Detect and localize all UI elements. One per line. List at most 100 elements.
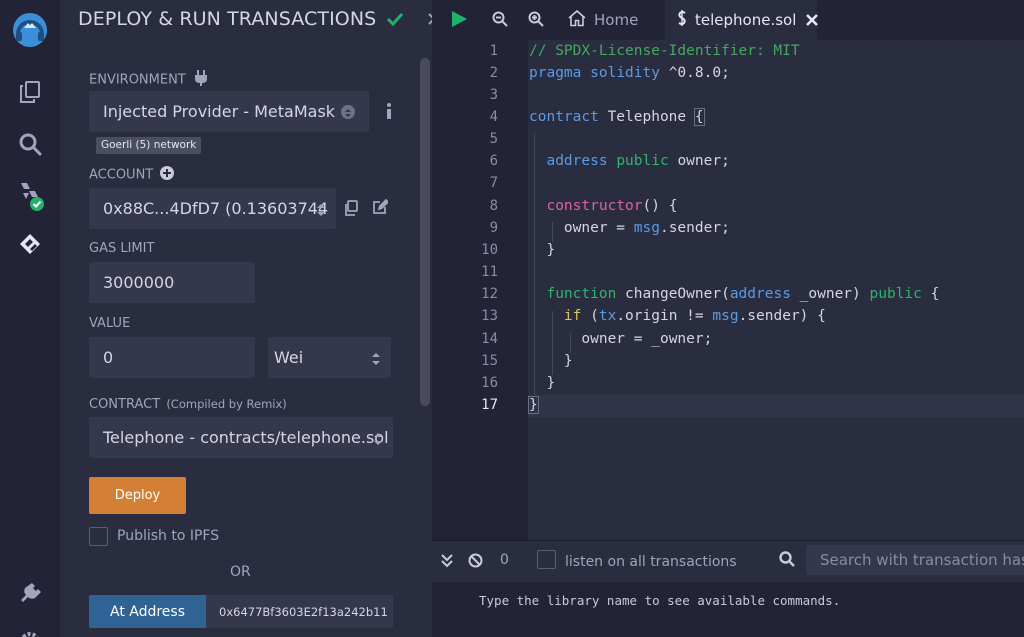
at-address-label: At Address (109, 603, 186, 620)
tab-bar: Home telephone.sol (432, 0, 1024, 40)
zoom-in-icon[interactable] (528, 11, 544, 31)
line-number: 9 (489, 220, 498, 236)
panel-title-text: DEPLOY & RUN TRANSACTIONS (78, 8, 377, 30)
value-input[interactable]: 0 (89, 337, 255, 378)
account-label: ACCOUNT (89, 166, 175, 184)
select-arrows-icon (341, 104, 355, 119)
search-icon (779, 551, 795, 571)
line-number: 12 (481, 286, 498, 302)
line-number: 3 (489, 87, 498, 103)
plugin-manager-icon[interactable] (10, 572, 50, 612)
deploy-run-panel: DEPLOY & RUN TRANSACTIONS ENVIRONMENT In… (60, 0, 436, 637)
remix-logo-icon[interactable] (10, 10, 50, 50)
plus-circle-icon[interactable] (160, 166, 175, 184)
terminal-message: Type the library name to see available c… (479, 593, 840, 608)
at-address-input[interactable]: 0x6477Bf3603E2f13a242b11 (206, 595, 393, 628)
tab-home-label: Home (594, 11, 639, 29)
line-number: 10 (481, 242, 498, 258)
code-line: function changeOwner(address _owner) pub… (546, 286, 940, 302)
deploy-run-icon[interactable] (10, 224, 50, 264)
line-number: 2 (489, 65, 498, 81)
contract-label: CONTRACT (Compiled by Remix) (89, 397, 287, 412)
zoom-out-icon[interactable] (492, 11, 508, 31)
icon-panel (0, 0, 60, 637)
listen-all-checkbox[interactable] (537, 550, 556, 569)
line-number: 14 (481, 331, 498, 347)
or-divider: OR (230, 564, 251, 580)
line-number: 1 (489, 43, 498, 59)
code-line: } (528, 396, 539, 414)
contract-label-text: CONTRACT (89, 397, 161, 412)
terminal-message-text: Type the library name to see available c… (479, 593, 841, 608)
publish-ipfs-label: Publish to IPFS (117, 528, 219, 544)
clear-console-icon[interactable] (468, 553, 483, 572)
line-number: 13 (481, 308, 498, 324)
line-number: 8 (489, 198, 498, 214)
value-amount: 0 (103, 348, 114, 367)
code-line: address public owner; (546, 153, 730, 169)
publish-ipfs-checkbox[interactable] (89, 527, 108, 546)
double-chevron-down-icon[interactable] (441, 553, 453, 572)
code-editor[interactable]: // SPDX-License-Identifier: MIT pragma s… (528, 40, 1024, 540)
line-number: 15 (481, 353, 498, 369)
code-line: } (563, 353, 573, 369)
tab-telephone-sol[interactable]: telephone.sol (665, 0, 819, 40)
code-line: } (546, 375, 556, 391)
environment-select[interactable]: Injected Provider - MetaMask (89, 91, 369, 132)
panel-scrollbar[interactable] (420, 58, 430, 406)
gas-limit-value: 3000000 (103, 273, 175, 292)
line-number: 7 (489, 175, 498, 191)
settings-icon[interactable] (10, 622, 50, 637)
listen-all-text: listen on all transactions (565, 554, 737, 570)
select-arrows-icon (316, 202, 326, 216)
line-number: 16 (481, 375, 498, 391)
tab-home[interactable]: Home (567, 0, 663, 40)
gas-limit-input[interactable]: 3000000 (89, 262, 255, 303)
copy-icon[interactable] (344, 200, 358, 220)
pending-tx-count-value: 0 (500, 552, 509, 568)
deploy-button-label: Deploy (114, 488, 161, 503)
at-address-value: 0x6477Bf3603E2f13a242b11 (219, 604, 388, 619)
account-select[interactable]: 0x88C...4DfD7 (0.13603744 (89, 188, 336, 229)
value-label: VALUE (89, 316, 130, 331)
terminal-output[interactable]: Type the library name to see available c… (432, 582, 1024, 637)
run-script-icon[interactable] (450, 10, 468, 32)
code-line: pragma solidity ^0.8.0; (529, 65, 730, 81)
plug-icon (194, 70, 208, 90)
at-address-button[interactable]: At Address (89, 595, 206, 628)
code-line: owner = msg.sender; (563, 220, 730, 236)
terminal-toolbar: 0 listen on all transactions Search with… (432, 540, 1024, 582)
edit-icon[interactable] (372, 198, 390, 219)
tab-file-label: telephone.sol (695, 11, 797, 29)
deploy-button[interactable]: Deploy (89, 477, 186, 514)
account-value: 0x88C...4DfD7 (0.13603744 (103, 199, 329, 218)
publish-ipfs-text: Publish to IPFS (117, 528, 220, 544)
gas-limit-label: GAS LIMIT (89, 241, 154, 256)
value-label-text: VALUE (89, 316, 131, 331)
environment-label-text: ENVIRONMENT (89, 72, 186, 88)
file-explorer-icon[interactable] (10, 72, 50, 112)
search-icon[interactable] (10, 124, 50, 164)
line-number: 11 (481, 264, 498, 280)
line-number-gutter: 1 2 3 4 5 6 7 8 9 10 11 12 13 14 15 16 1… (432, 40, 528, 540)
close-icon[interactable] (806, 11, 819, 30)
environment-label: ENVIRONMENT (89, 70, 208, 90)
line-number-active: 17 (481, 397, 498, 413)
select-arrows-icon (373, 431, 383, 445)
code-line: owner = _owner; (581, 331, 713, 347)
code-line: if (tx.origin != msg.sender) { (563, 308, 826, 324)
network-badge: Goerli (5) network (96, 137, 202, 154)
contract-value: Telephone - contracts/telephone.sol (103, 428, 389, 447)
solidity-file-icon (677, 10, 687, 30)
solidity-compiler-icon[interactable] (10, 176, 50, 216)
info-icon[interactable] (385, 102, 393, 124)
code-line: } (546, 242, 556, 258)
home-icon (567, 9, 587, 31)
gas-limit-label-text: GAS LIMIT (89, 241, 155, 256)
contract-select[interactable]: Telephone - contracts/telephone.sol (89, 417, 393, 458)
tx-search-input[interactable]: Search with transaction hash (806, 545, 1024, 575)
select-arrows-icon (371, 351, 381, 365)
code-line: // SPDX-License-Identifier: MIT (529, 43, 800, 59)
network-badge-text: Goerli (5) network (101, 139, 197, 151)
value-unit-select[interactable]: Wei (268, 337, 391, 378)
